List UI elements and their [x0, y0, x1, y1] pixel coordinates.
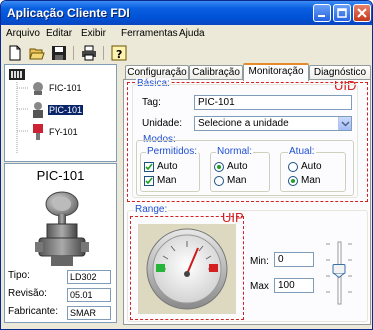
permitidos-title: Permitidos:	[146, 146, 199, 157]
device-tree: FIC-101 PIC-101 FY-101	[4, 64, 117, 162]
new-file-icon[interactable]	[7, 45, 23, 61]
transmitter-icon	[33, 102, 43, 118]
menu-arquivo[interactable]: Arquivo	[6, 28, 40, 39]
title-bar[interactable]: Aplicação Cliente FDI	[1, 1, 372, 25]
atual-man-radio[interactable]	[288, 176, 298, 186]
fabricante-value: SMAR	[67, 306, 111, 320]
normal-group	[210, 152, 270, 192]
range-title: Range:	[134, 204, 169, 215]
atual-auto-radio[interactable]	[288, 162, 298, 172]
open-folder-icon[interactable]	[29, 45, 45, 61]
positioner-icon	[33, 124, 43, 140]
tipo-label: Tipo:	[8, 270, 30, 281]
device-name: PIC-101	[36, 168, 85, 183]
close-button[interactable]	[353, 4, 371, 22]
revisao-value: 05.01	[67, 288, 111, 302]
range-slider[interactable]	[324, 240, 354, 306]
revisao-label: Revisão:	[8, 288, 47, 299]
permitido-auto-checkbox[interactable]	[144, 162, 154, 172]
menu-ajuda[interactable]: Ajuda	[179, 28, 205, 39]
toolbar: ?	[1, 43, 372, 63]
monitoracao-panel: UID Básica: Tag: PIC-101 Unidade: Seleci…	[123, 78, 371, 325]
menu-exibir[interactable]: Exibir	[81, 28, 106, 39]
tag-input[interactable]: PIC-101	[194, 95, 352, 110]
atual-auto-label: Auto	[301, 161, 322, 172]
max-label: Max	[250, 281, 269, 292]
permitidos-group	[140, 152, 200, 192]
tree-item-pic-101[interactable]: PIC-101	[48, 105, 84, 115]
menu-bar: Arquivo Editar Exibir Ferramentas Ajuda	[1, 25, 372, 43]
atual-group	[280, 152, 346, 192]
atual-title: Atual:	[288, 146, 316, 157]
menu-editar[interactable]: Editar	[46, 28, 72, 39]
tab-calibracao[interactable]: Calibração	[189, 65, 243, 80]
tag-label: Tag:	[142, 97, 161, 108]
permitido-man-checkbox[interactable]	[144, 176, 154, 186]
device-info-panel: PIC-101 Tipo: LD302 Revisão: 05.01 Fabri…	[4, 163, 117, 323]
tab-monitoracao[interactable]: Monitoração	[243, 63, 309, 81]
help-icon[interactable]: ?	[111, 45, 127, 61]
tree-item-fic-101[interactable]: FIC-101	[49, 83, 82, 93]
minimize-button[interactable]	[313, 4, 331, 22]
unidade-select[interactable]: Selecione a unidade	[194, 116, 352, 131]
save-icon[interactable]	[51, 45, 67, 61]
uip-label: UIP	[222, 210, 244, 225]
window-title: Aplicação Cliente FDI	[7, 6, 130, 20]
transmitter-icon	[33, 82, 43, 95]
toolbar-separator	[73, 46, 74, 60]
svg-text:?: ?	[116, 48, 122, 61]
maximize-icon	[337, 8, 347, 18]
permitido-auto-label: Auto	[157, 161, 178, 172]
pressure-transmitter-image	[35, 191, 89, 266]
tree-item-fy-101[interactable]: FY-101	[49, 127, 78, 137]
slider-thumb[interactable]	[332, 264, 346, 279]
normal-auto-radio[interactable]	[214, 162, 224, 172]
min-label: Min:	[250, 256, 269, 267]
unidade-value: Selecione a unidade	[198, 118, 289, 129]
application-window: Aplicação Cliente FDI Arquivo Editar Exi…	[0, 0, 373, 330]
maximize-button[interactable]	[333, 4, 351, 22]
print-icon[interactable]	[81, 45, 97, 61]
dropdown-arrow-icon[interactable]	[338, 117, 351, 130]
min-input[interactable]: 0	[274, 252, 314, 267]
close-icon	[357, 8, 367, 18]
gauge-widget	[138, 224, 236, 314]
max-input[interactable]: 100	[274, 278, 314, 293]
toolbar-separator	[103, 46, 104, 60]
unidade-label: Unidade:	[142, 118, 183, 129]
menu-ferramentas[interactable]: Ferramentas	[121, 28, 178, 39]
normal-auto-label: Auto	[227, 161, 248, 172]
normal-man-radio[interactable]	[214, 176, 224, 186]
atual-man-label: Man	[301, 175, 321, 186]
tipo-value: LD302	[67, 270, 111, 284]
fabricante-label: Fabricante:	[8, 306, 59, 317]
normal-man-label: Man	[227, 175, 247, 186]
minimize-icon	[318, 15, 325, 17]
permitido-man-label: Man	[157, 175, 177, 186]
normal-title: Normal:	[216, 146, 254, 157]
